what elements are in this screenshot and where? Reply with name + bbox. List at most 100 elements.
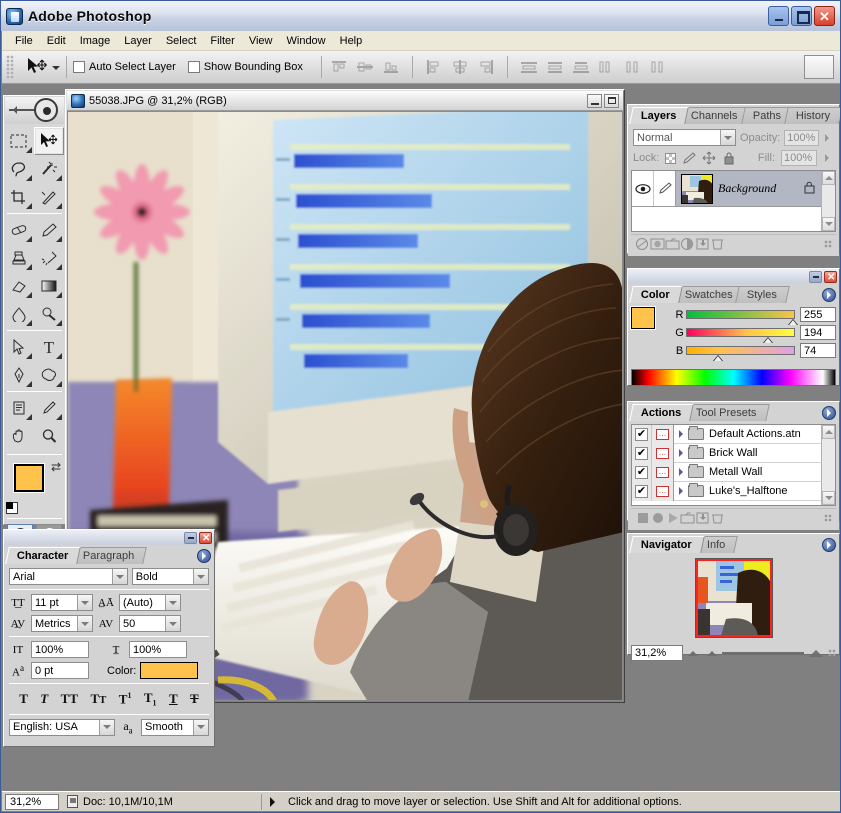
action-toggle-checkbox[interactable]: ✔	[632, 481, 652, 501]
align-bottom-edges-icon[interactable]	[380, 57, 402, 77]
menu-select[interactable]: Select	[159, 33, 204, 49]
zoom-out-icon[interactable]	[688, 650, 698, 656]
layers-scroll-up-icon[interactable]	[822, 171, 835, 185]
action-row-brick-wall[interactable]: ✔ … Brick Wall	[632, 443, 821, 463]
layers-scrollbar[interactable]	[821, 171, 835, 231]
tab-history[interactable]: History	[784, 107, 840, 124]
font-style-select[interactable]: Bold	[131, 568, 209, 585]
menu-window[interactable]: Window	[280, 33, 333, 49]
navigator-preview-area[interactable]	[628, 553, 839, 643]
character-palette-close-button[interactable]: ✕	[199, 531, 212, 544]
tab-character[interactable]: Character	[5, 547, 82, 564]
layer-mask-icon[interactable]	[650, 237, 665, 252]
lock-position-icon[interactable]	[702, 151, 716, 165]
toolbox-drag-handle[interactable]	[9, 106, 35, 114]
crop-tool[interactable]	[4, 183, 34, 211]
layer-name[interactable]: Background	[718, 181, 776, 196]
show-bounding-box-checkbox[interactable]: Show Bounding Box	[187, 61, 303, 73]
tab-channels[interactable]: Channels	[679, 107, 751, 124]
actions-palette-menu-icon[interactable]	[822, 406, 836, 420]
color-track-b[interactable]	[686, 346, 795, 361]
fill-value[interactable]: 100%	[781, 150, 817, 166]
minimize-button[interactable]	[768, 6, 789, 26]
move-tool[interactable]	[34, 127, 64, 155]
color-spectrum-ramp[interactable]	[631, 369, 836, 386]
type-tool[interactable]: T	[34, 333, 64, 361]
document-maximize-button[interactable]	[604, 93, 619, 108]
color-palette-close-button[interactable]: ✕	[824, 270, 837, 283]
tool-more-triangle-icon[interactable]	[26, 414, 32, 420]
font-family-select[interactable]: Arial	[9, 568, 128, 585]
zoom-in-icon[interactable]	[809, 649, 823, 657]
superscript-button[interactable]: T1	[119, 691, 132, 707]
delete-icon[interactable]	[710, 511, 725, 526]
auto-select-layer-box[interactable]	[73, 61, 85, 73]
character-palette-menu-icon[interactable]	[197, 549, 211, 563]
distribute-bottom-edges-icon[interactable]	[570, 57, 592, 77]
faux-bold-button[interactable]: T	[19, 691, 28, 707]
tool-more-triangle-icon[interactable]	[26, 203, 32, 209]
faux-italic-button[interactable]: T	[40, 691, 48, 707]
eyedropper-tool[interactable]	[34, 394, 64, 422]
tool-more-triangle-icon[interactable]	[26, 320, 32, 326]
tool-more-triangle-icon[interactable]	[26, 147, 32, 153]
color-palette-minimize-button[interactable]	[809, 270, 822, 283]
lock-transparent-pixels-icon[interactable]	[665, 152, 677, 164]
tracking-chevron-down-icon[interactable]	[165, 616, 180, 631]
toolbox-header[interactable]	[5, 97, 64, 124]
menu-layer[interactable]: Layer	[117, 33, 159, 49]
color-value-b[interactable]: 74	[800, 343, 836, 358]
layer-thumbnail[interactable]	[681, 173, 713, 204]
action-dialog-toggle-icon[interactable]: …	[652, 424, 674, 444]
brush-tool[interactable]	[34, 216, 64, 244]
action-toggle-checkbox[interactable]: ✔	[632, 462, 652, 482]
menu-filter[interactable]: Filter	[203, 33, 241, 49]
new-layer-icon[interactable]	[695, 237, 710, 252]
layers-resize-grip[interactable]	[824, 240, 832, 248]
pen-tool[interactable]	[4, 361, 34, 389]
lock-image-pixels-icon[interactable]	[682, 151, 697, 165]
action-expand-triangle-icon[interactable]	[674, 449, 688, 457]
tab-swatches[interactable]: Swatches	[672, 286, 746, 303]
delete-layer-icon[interactable]	[710, 237, 725, 252]
tool-more-triangle-icon[interactable]	[26, 236, 32, 242]
opacity-slider-arrow-icon[interactable]	[823, 131, 834, 145]
tool-more-triangle-icon[interactable]	[56, 292, 62, 298]
distribute-left-edges-icon[interactable]	[596, 57, 618, 77]
color-palette-menu-icon[interactable]	[822, 288, 836, 302]
color-value-g[interactable]: 194	[800, 325, 836, 340]
action-toggle-checkbox[interactable]: ✔	[632, 424, 652, 444]
leading-select[interactable]: (Auto)	[119, 594, 181, 611]
new-group-icon[interactable]	[665, 237, 680, 252]
all-caps-button[interactable]: TT	[61, 691, 78, 707]
swap-colors-icon[interactable]: ⇄	[51, 460, 61, 474]
magic-wand-tool[interactable]	[34, 155, 64, 183]
actions-scroll-up-icon[interactable]	[822, 425, 835, 439]
anti-alias-select[interactable]: Smooth	[141, 718, 209, 736]
zoom-tool[interactable]	[34, 422, 64, 450]
action-row-default-actions[interactable]: ✔ … Default Actions.atn	[632, 424, 821, 444]
clone-stamp-tool[interactable]	[4, 244, 34, 272]
menu-edit[interactable]: Edit	[40, 33, 73, 49]
opacity-value[interactable]: 100%	[784, 129, 820, 146]
navigator-zoom-value[interactable]: 31,2%	[631, 645, 683, 661]
tool-more-triangle-icon[interactable]	[56, 264, 62, 270]
font-size-select[interactable]: 11 pt	[31, 594, 93, 611]
font-size-chevron-down-icon[interactable]	[77, 595, 92, 610]
menu-view[interactable]: View	[242, 33, 280, 49]
lock-all-icon[interactable]	[722, 151, 736, 165]
distribute-right-edges-icon[interactable]	[648, 57, 670, 77]
menu-image[interactable]: Image	[73, 33, 118, 49]
action-expand-triangle-icon[interactable]	[674, 487, 688, 495]
tool-more-triangle-icon[interactable]	[56, 236, 62, 242]
blend-mode-chevron-down-icon[interactable]	[719, 130, 735, 145]
slice-tool[interactable]	[34, 183, 64, 211]
notes-tool[interactable]	[4, 394, 34, 422]
zoom-slider-thumb[interactable]	[707, 650, 717, 656]
layer-visibility-eye-icon[interactable]	[632, 171, 654, 206]
navigator-view-box[interactable]	[695, 559, 772, 637]
tool-more-triangle-icon[interactable]	[56, 381, 62, 387]
tab-actions[interactable]: Actions	[629, 404, 695, 421]
color-thumb-g[interactable]	[763, 337, 774, 343]
show-bounding-box-box[interactable]	[187, 61, 200, 73]
